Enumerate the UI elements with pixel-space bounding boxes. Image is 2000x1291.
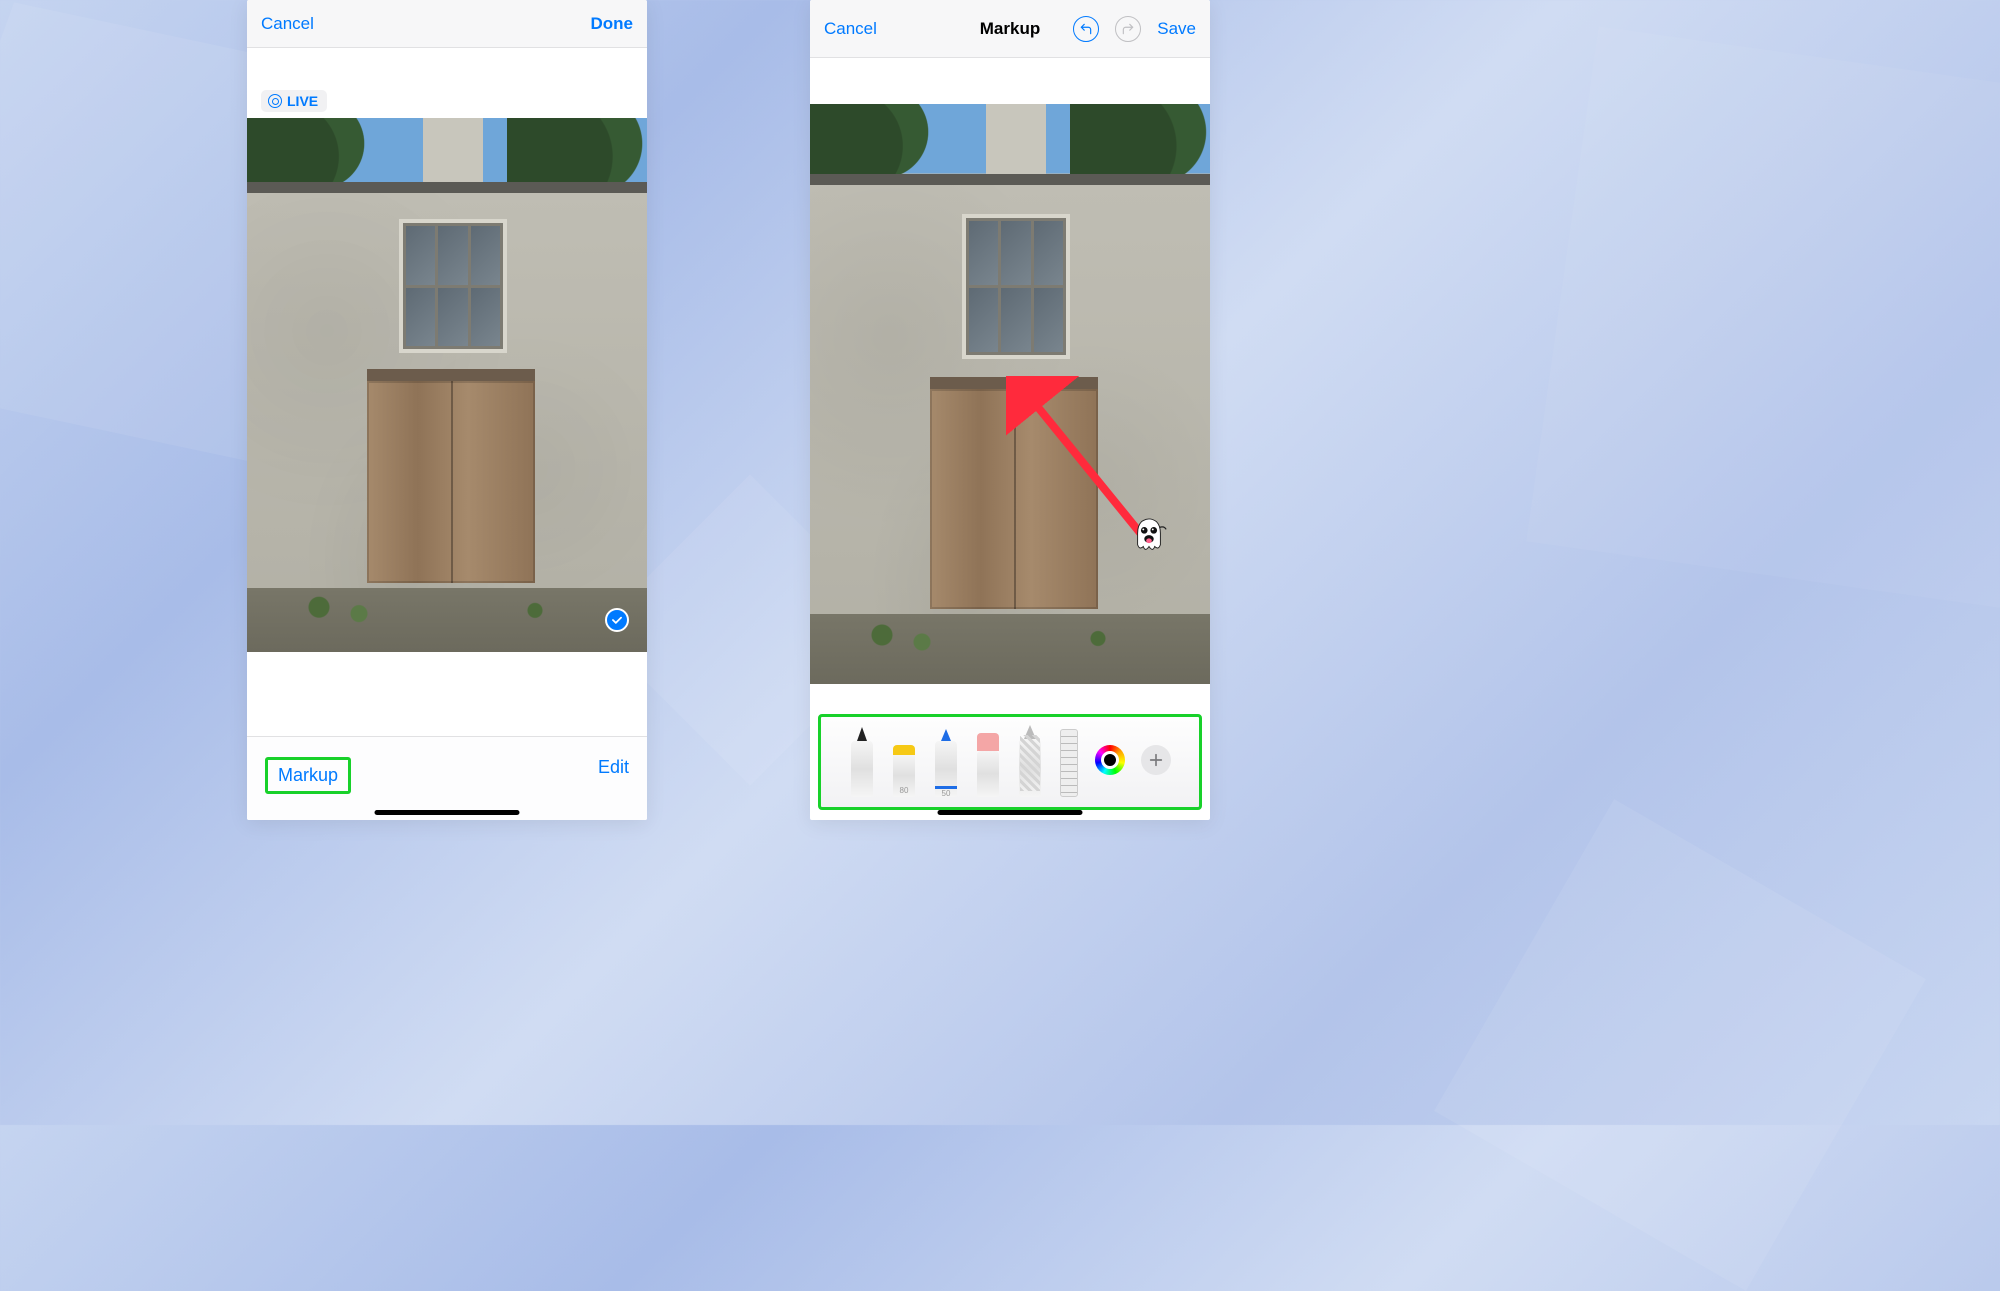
markup-tool-palette-highlight: 80 50 bbox=[818, 714, 1202, 810]
nav-bar: Cancel Done bbox=[247, 0, 647, 48]
color-picker-button[interactable] bbox=[1095, 745, 1125, 775]
highlighter-tool[interactable]: 80 bbox=[891, 721, 917, 797]
photo-image bbox=[810, 104, 1210, 684]
home-indicator[interactable] bbox=[375, 810, 520, 815]
phone-left-edit-photo: Cancel Done LIVE Markup Edit bbox=[247, 0, 647, 820]
live-icon bbox=[268, 94, 282, 108]
pen-tool[interactable] bbox=[849, 721, 875, 797]
ghost-emoji-sticker[interactable] bbox=[1130, 518, 1168, 556]
ruler-tool[interactable] bbox=[1059, 721, 1079, 797]
redo-button bbox=[1115, 16, 1141, 42]
done-button[interactable]: Done bbox=[591, 14, 634, 34]
photo-image bbox=[247, 118, 647, 652]
phone-right-markup: Cancel Markup Save bbox=[810, 0, 1210, 820]
home-indicator[interactable] bbox=[938, 810, 1083, 815]
eraser-tool[interactable] bbox=[975, 721, 1001, 797]
save-button[interactable]: Save bbox=[1157, 19, 1196, 39]
nav-title: Markup bbox=[980, 19, 1040, 39]
highlighter-size-label: 80 bbox=[900, 786, 909, 795]
pencil-tool[interactable]: 50 bbox=[933, 721, 959, 797]
bottom-toolbar: Markup Edit bbox=[247, 736, 647, 820]
markup-button[interactable]: Markup bbox=[278, 765, 338, 786]
pencil-size-label: 50 bbox=[942, 789, 951, 798]
live-label: LIVE bbox=[287, 93, 318, 109]
markup-highlight: Markup bbox=[265, 757, 351, 794]
photo-canvas[interactable] bbox=[810, 58, 1210, 708]
cancel-button[interactable]: Cancel bbox=[261, 14, 314, 34]
selected-check-icon bbox=[605, 608, 629, 632]
current-color-swatch bbox=[1101, 751, 1119, 769]
add-shape-button[interactable] bbox=[1141, 745, 1171, 775]
live-badge[interactable]: LIVE bbox=[261, 90, 327, 112]
edit-button[interactable]: Edit bbox=[598, 757, 629, 778]
photo-canvas[interactable] bbox=[247, 48, 647, 698]
cancel-button[interactable]: Cancel bbox=[824, 19, 877, 39]
undo-button[interactable] bbox=[1073, 16, 1099, 42]
lasso-tool[interactable] bbox=[1017, 721, 1043, 797]
nav-bar: Cancel Markup Save bbox=[810, 0, 1210, 58]
